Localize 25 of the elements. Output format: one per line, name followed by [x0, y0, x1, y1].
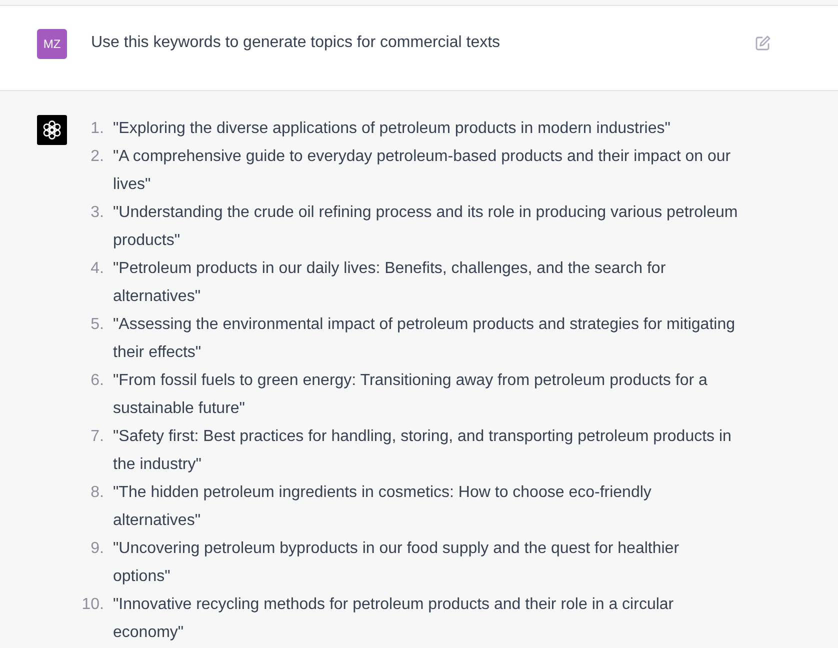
topic-text: "Innovative recycling methods for petroleum products and their role in a circular economy" [113, 595, 675, 643]
topic-text: "Exploring the diverse applications of petroleum products in modern industries" [113, 119, 672, 139]
topic-text: "Petroleum products in our daily lives: Benefits, challenges, and the search for alternatives" [113, 259, 667, 307]
topic-text: "The hidden petroleum ingredients in cosmetics: How to choose eco-friendly alternatives" [113, 483, 652, 531]
topic-text: "Safety first: Best practices for handling, storing, and transporting petroleum products in the industry" [113, 427, 732, 475]
edit-button[interactable] [754, 34, 772, 52]
user-message-text: Use this keywords to generate topics for commercial texts [91, 33, 502, 53]
topic-text: "Assessing the environmental impact of petroleum products and strategies for mitigating their effects" [113, 315, 736, 363]
topic-text: "A comprehensive guide to everyday petroleum-based products and their impact on our lives" [113, 147, 732, 195]
list-number: 6. [90, 371, 104, 391]
topic-text: "From fossil fuels to green energy: Transitioning away from petroleum products for a sustainable future" [113, 371, 708, 419]
list-number: 9. [90, 539, 104, 559]
list-number: 5. [90, 315, 104, 335]
edit-icon [755, 35, 771, 51]
logo-icon [37, 115, 67, 145]
list-number: 3. [90, 203, 104, 223]
topic-text: "Understanding the crude oil refining process and its role in producing various petroleum products" [113, 203, 738, 251]
list-number: 2. [90, 147, 104, 167]
list-number: 8. [90, 483, 104, 503]
list-number: 4. [90, 259, 104, 279]
list-number: 1. [90, 119, 104, 139]
user-avatar: MZ [37, 29, 67, 59]
list-number: 7. [90, 427, 104, 447]
topic-text: "Uncovering petroleum byproducts in our food supply and the quest for healthier options" [113, 539, 680, 587]
list-number: 10. [80, 595, 104, 615]
